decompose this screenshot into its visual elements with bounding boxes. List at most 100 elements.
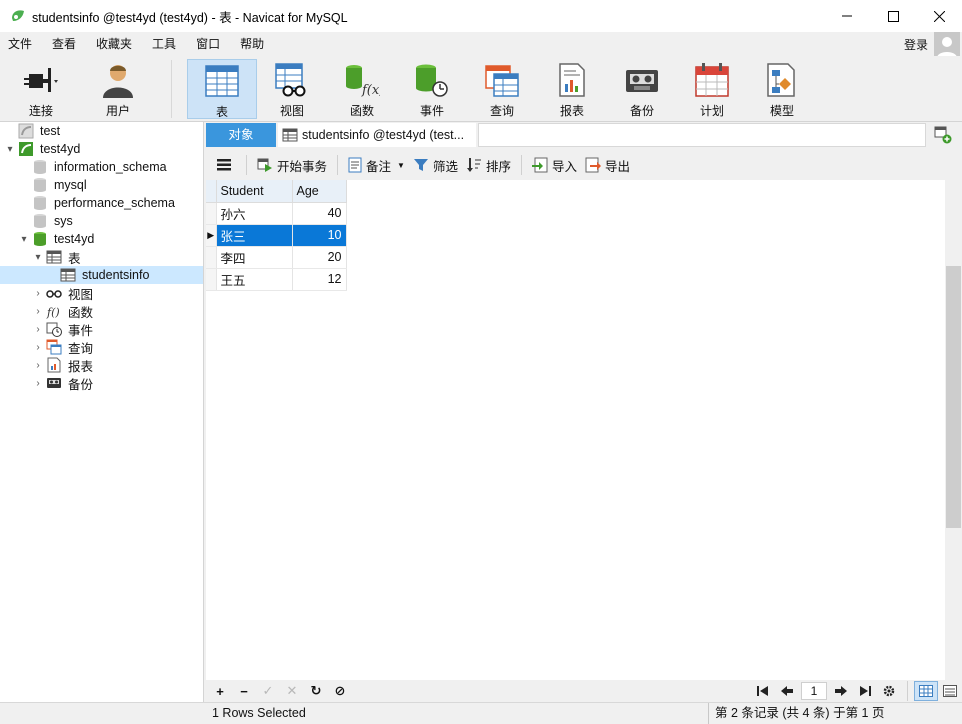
tree-table-studentsinfo[interactable]: studentsinfo (0, 266, 203, 284)
settings-button[interactable] (877, 681, 901, 701)
expand-arrow-icon[interactable]: › (32, 321, 44, 337)
maximize-button[interactable] (870, 0, 916, 32)
toolbar-backup-button[interactable]: 备份 (607, 59, 677, 119)
menu-window[interactable]: 窗口 (188, 32, 232, 56)
toolbar-connection-button[interactable]: 连接 (6, 59, 76, 119)
column-header-age[interactable]: Age (292, 180, 347, 203)
menu-tools[interactable]: 工具 (144, 32, 188, 56)
toolbar-report-button[interactable]: 报表 (537, 59, 607, 119)
begin-transaction-button[interactable]: 开始事务 (253, 154, 331, 176)
current-row-indicator-icon[interactable]: ▶ (206, 224, 217, 247)
event-icon (46, 321, 62, 337)
page-number-input[interactable]: 1 (801, 682, 827, 700)
tree-group-events[interactable]: › 事件 (32, 320, 93, 338)
toolbar-view-button[interactable]: 视图 (257, 59, 327, 119)
menu-help[interactable]: 帮助 (232, 32, 276, 56)
expand-arrow-icon[interactable]: › (32, 285, 44, 301)
tree-group-tables[interactable]: ▾ 表 (32, 248, 81, 266)
minimize-button[interactable] (824, 0, 870, 32)
toolbar-function-button[interactable]: f(x) 函数 (327, 59, 397, 119)
tree-database-performance-schema[interactable]: performance_schema (18, 194, 175, 212)
toolbar-user-button[interactable]: 用户 (83, 59, 153, 119)
form-view-button[interactable] (938, 681, 962, 701)
cell-student[interactable]: 李四 (216, 246, 293, 269)
tab-objects[interactable]: 对象 (206, 123, 276, 147)
login-link[interactable]: 登录 (904, 36, 928, 53)
tree-connection-test4yd[interactable]: ▾ test4yd (4, 140, 80, 158)
refresh-button[interactable]: ↻ (304, 681, 328, 701)
tree-group-queries[interactable]: › 查询 (32, 338, 93, 356)
expand-arrow-icon[interactable]: › (32, 339, 44, 355)
row-header[interactable] (206, 246, 217, 269)
tab-studentsinfo[interactable]: studentsinfo @test4yd (test... (278, 123, 476, 147)
stop-button[interactable]: ⊘ (328, 681, 352, 701)
cell-student[interactable]: 孙六 (216, 202, 293, 225)
toolbar-table-button[interactable]: 表 (187, 59, 257, 119)
toolbar-label: 报表 (559, 104, 584, 118)
menu-button[interactable] (212, 154, 240, 176)
add-record-button[interactable]: + (208, 681, 232, 701)
cell-age[interactable]: 10 (292, 224, 347, 247)
collapse-arrow-icon[interactable]: ▾ (32, 249, 44, 265)
cell-age[interactable]: 40 (292, 202, 347, 225)
export-button[interactable]: 导出 (581, 154, 634, 176)
table-row-selected[interactable]: ▶ 张三 10 (206, 224, 347, 247)
data-grid[interactable]: Student Age 孙六 40 ▶ 张三 10 李四 20 王五 12 (206, 180, 946, 680)
row-header[interactable] (206, 268, 217, 291)
cell-age[interactable]: 20 (292, 246, 347, 269)
cell-student[interactable]: 王五 (216, 268, 293, 291)
tree-connection-test[interactable]: test (4, 122, 60, 140)
row-header[interactable] (206, 202, 217, 225)
first-page-button[interactable] (751, 681, 775, 701)
scrollbar-thumb[interactable] (946, 266, 961, 528)
menu-file[interactable]: 文件 (0, 32, 44, 56)
last-page-button[interactable] (853, 681, 877, 701)
tree-group-backups[interactable]: › 备份 (32, 374, 93, 392)
close-button[interactable] (916, 0, 962, 32)
expand-arrow-icon[interactable]: › (32, 375, 44, 391)
discard-changes-button[interactable]: ✕ (280, 681, 304, 701)
apply-changes-button[interactable]: ✓ (256, 681, 280, 701)
tree-group-functions[interactable]: › f() 函数 (32, 302, 93, 320)
toolbar-event-button[interactable]: 事件 (397, 59, 467, 119)
import-button[interactable]: 导入 (528, 154, 581, 176)
menu-favorites[interactable]: 收藏夹 (88, 32, 144, 56)
chevron-down-icon[interactable]: ▼ (397, 161, 405, 170)
navigation-tree: test ▾ test4yd information_schema mysql … (0, 122, 204, 702)
main-toolbar: 连接 用户 表 视图 f(x 函数 事件 查询 报表 备份 计划 模型 (0, 56, 962, 122)
table-row[interactable]: 李四 20 (206, 246, 347, 269)
delete-record-button[interactable]: − (232, 681, 256, 701)
tree-group-reports[interactable]: › 报表 (32, 356, 93, 374)
collapse-arrow-icon[interactable]: ▾ (4, 141, 16, 157)
expand-arrow-icon[interactable]: › (32, 357, 44, 373)
new-tab-button[interactable] (934, 126, 952, 144)
collapse-arrow-icon[interactable]: ▾ (18, 231, 30, 247)
tree-database-mysql[interactable]: mysql (18, 176, 87, 194)
toolbar-schedule-button[interactable]: 计划 (677, 59, 747, 119)
table-toolbar: 开始事务 备注 ▼ 筛选 排序 导入 导出 (206, 150, 962, 180)
next-page-button[interactable] (829, 681, 853, 701)
sort-button[interactable]: 排序 (462, 154, 515, 176)
table-row[interactable]: 孙六 40 (206, 202, 347, 225)
tree-group-views[interactable]: › 视图 (32, 284, 93, 302)
grid-view-button[interactable] (914, 681, 938, 701)
cell-age[interactable]: 12 (292, 268, 347, 291)
tree-database-test4yd[interactable]: ▾ test4yd (18, 230, 94, 248)
expand-arrow-icon[interactable]: › (32, 303, 44, 319)
toolbar-label: 模型 (769, 104, 794, 118)
minimize-icon (842, 15, 852, 17)
table-row[interactable]: 王五 12 (206, 268, 347, 291)
column-header-student[interactable]: Student (216, 180, 293, 203)
previous-page-button[interactable] (775, 681, 799, 701)
tree-database-sys[interactable]: sys (18, 212, 73, 230)
memo-button[interactable]: 备注 ▼ (344, 154, 409, 176)
tree-database-information-schema[interactable]: information_schema (18, 158, 167, 176)
toolbar-model-button[interactable]: 模型 (747, 59, 817, 119)
filter-button[interactable]: 筛选 (409, 154, 462, 176)
menu-view[interactable]: 查看 (44, 32, 88, 56)
avatar[interactable] (934, 32, 960, 58)
tree-node-label: information_schema (54, 160, 167, 174)
toolbar-query-button[interactable]: 查询 (467, 59, 537, 119)
cell-student[interactable]: 张三 (216, 224, 293, 247)
vertical-scrollbar[interactable] (945, 180, 962, 680)
